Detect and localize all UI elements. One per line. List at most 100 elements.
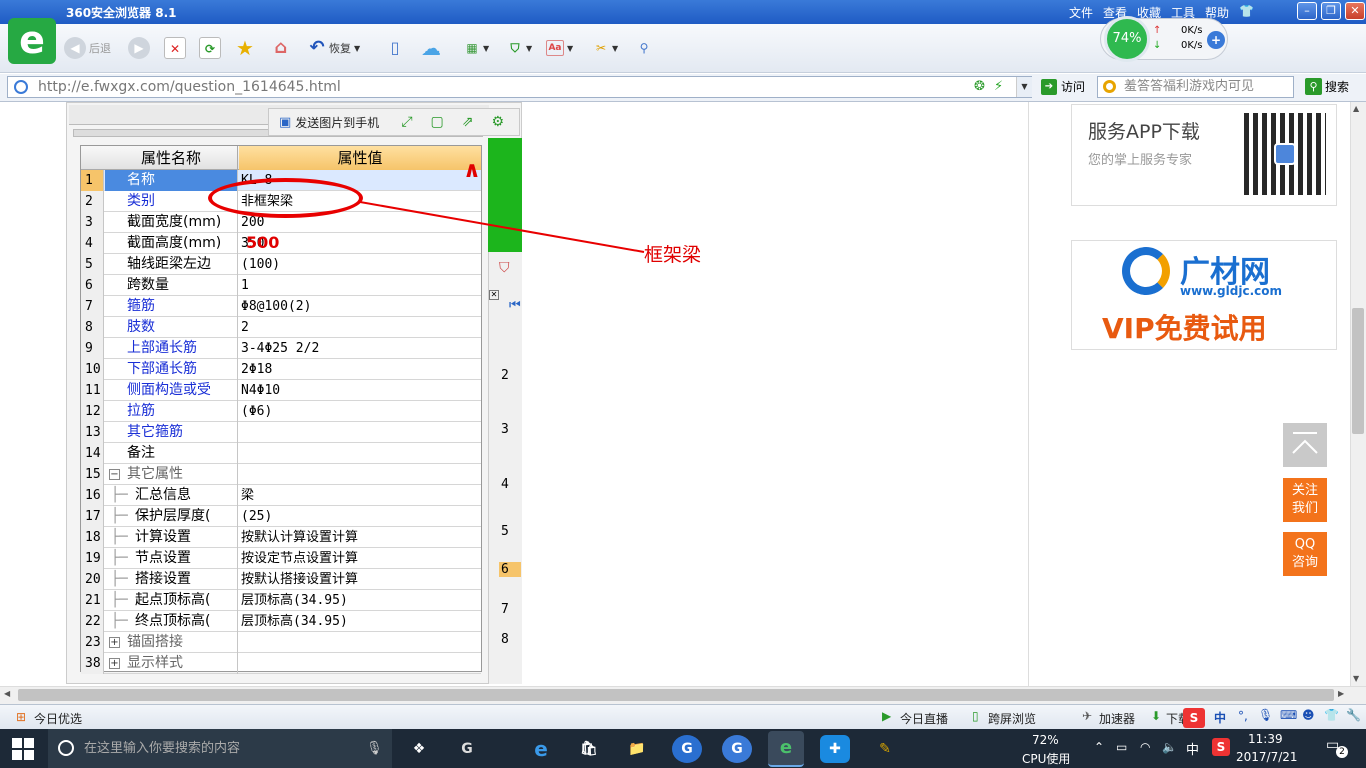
property-value[interactable]: 2 [239,317,481,338]
glodon-app-icon[interactable]: G [452,735,482,763]
table-row[interactable]: 14 备注 [81,443,481,464]
property-value[interactable]: (Φ6) [239,401,481,422]
property-value[interactable]: 2Φ18 [239,359,481,380]
zoom-button[interactable]: ⚲ [633,37,655,59]
today-picks[interactable]: 今日优选 [34,710,82,727]
refresh-button[interactable]: ⟳ [199,37,221,59]
search-input[interactable]: 羞答答福利游戏内可见 [1097,76,1294,98]
browser-logo-icon[interactable]: e [8,18,56,64]
wifi-icon[interactable]: ◠ [1140,740,1150,754]
back-to-top-button[interactable] [1283,423,1327,467]
store-icon[interactable]: 🛍 [574,735,604,763]
plus-icon[interactable]: + [1207,31,1225,49]
fullscreen-icon[interactable]: ⤢ [401,114,412,130]
stop-button[interactable]: ✕ [164,37,186,59]
maximize-button[interactable]: ❐ [1321,2,1341,20]
address-dropdown-icon[interactable]: ▼ [1016,77,1032,97]
property-value[interactable]: 梁 [239,485,481,506]
filter-icon[interactable]: ⛉ [499,260,510,276]
battery-icon[interactable]: ▭ [1116,740,1127,754]
app-download-ad[interactable]: 服务APP下载 您的掌上服务专家 [1071,104,1337,206]
taskbar-ime[interactable]: 中 [1186,739,1199,758]
property-value[interactable]: Φ8@100(2) [239,296,481,317]
horizontal-scroll-thumb[interactable] [18,689,1334,701]
close-small-icon[interactable]: ✕ [489,290,499,300]
table-row[interactable]: 8 肢数 2 [81,317,481,338]
phone-button[interactable]: ▯ [384,37,406,59]
back-button[interactable]: ◀ 后退 [64,37,111,59]
sogou-tray-icon[interactable]: S [1212,738,1230,756]
table-row[interactable]: 6 跨数量 1 [81,275,481,296]
table-row[interactable]: 17 ├─ 保护层厚度((25) [81,506,481,527]
table-row[interactable]: 16 ├─ 汇总信息 梁 [81,485,481,506]
clock-time[interactable]: 11:39 [1248,732,1283,746]
mic-icon[interactable]: 🎙 [1258,708,1273,722]
scroll-left-icon[interactable]: ◀ [4,689,10,698]
close-button[interactable]: ✕ [1345,2,1365,20]
property-value[interactable] [239,464,481,485]
table-row[interactable]: 19 ├─ 节点设置 按设定节点设置计算 [81,548,481,569]
search-button[interactable]: ⚲ 搜索 [1305,78,1349,95]
cross-screen[interactable]: 跨屏浏览 [988,710,1036,727]
table-row[interactable]: 18 ├─ 计算设置 按默认计算设置计算 [81,527,481,548]
table-row[interactable]: 15− 其它属性 [81,464,481,485]
send-to-phone-button[interactable]: 发送图片到手机 [295,114,379,131]
table-row[interactable]: 22 ├─ 终点顶标高(层顶标高(34.95) [81,611,481,632]
forward-button[interactable]: ▶ [128,37,150,59]
property-value[interactable] [239,443,481,464]
table-row[interactable]: 20 ├─ 搭接设置 按默认搭接设置计算 [81,569,481,590]
cloud-button[interactable]: ☁ [416,37,446,59]
property-value[interactable]: 按设定节点设置计算 [239,548,481,569]
skin-icon[interactable]: 👕 [1239,4,1254,21]
menu-file[interactable]: 文件 [1069,4,1093,21]
keyboard-icon[interactable]: ⌨ [1280,708,1297,722]
sogou-ime-icon[interactable]: S [1183,708,1205,728]
vertical-scroll-thumb[interactable] [1352,308,1364,434]
expand-icon[interactable]: + [109,657,120,669]
volume-icon[interactable]: 🔈 [1162,740,1177,754]
ime-mode[interactable]: 中 [1214,709,1226,726]
table-row[interactable]: 12 拉筋 (Φ6) [81,401,481,422]
shield-button[interactable]: ⛉ ▼ [504,37,532,59]
lightning-icon[interactable]: ⚡ [994,77,1003,97]
scroll-down-icon[interactable]: ▼ [1353,674,1359,683]
apps-button[interactable]: ▦ ▼ [461,37,489,59]
wrench-icon[interactable]: 🔧 [1346,708,1361,722]
scroll-right-icon[interactable]: ▶ [1338,689,1344,698]
property-value[interactable] [239,422,481,443]
share-icon[interactable]: ⇗ [462,114,474,130]
property-value[interactable]: (25) [239,506,481,527]
restore-button[interactable]: ↶ 恢复 ▼ [306,37,360,59]
home-button[interactable]: ⌂ [270,37,292,59]
address-bar[interactable]: http://e.fwxgx.com/question_1614645.html… [7,76,1032,98]
shirt-icon[interactable]: 👕 [1324,708,1339,722]
glodon-alt-icon[interactable]: G [722,735,752,763]
table-row[interactable]: 9 上部通长筋 3-4Φ25 2/2 [81,338,481,359]
table-row[interactable]: 7 箍筋 Φ8@100(2) [81,296,481,317]
favorite-button[interactable]: ★ [234,37,256,59]
property-value[interactable]: N4Φ10 [239,380,481,401]
property-value[interactable]: 层顶标高(34.95) [239,611,481,632]
table-row[interactable]: 10 下部通长筋 2Φ18 [81,359,481,380]
settings-gear-icon[interactable]: ⚙ [491,114,504,130]
file-explorer-icon[interactable]: 📁 [622,735,652,763]
gldjc-ad[interactable]: 广材网 www.gldjc.com VIP免费试用 [1071,240,1337,350]
follow-us-button[interactable]: 关注我们 [1283,478,1327,522]
accelerator[interactable]: 加速器 [1099,710,1135,727]
notes-app-icon[interactable]: ✎ [870,735,900,763]
table-row[interactable]: 38 + 显示样式 [81,653,481,674]
table-row[interactable]: 23 + 锚固搭接 [81,632,481,653]
property-value[interactable]: 1 [239,275,481,296]
qq-consult-button[interactable]: QQ咨询 [1283,532,1327,576]
first-page-icon[interactable]: ⏮ [509,298,521,313]
tray-chevron-icon[interactable]: ⌃ [1094,740,1104,754]
taskbar-search[interactable]: 在这里输入你要搜索的内容 🎙 [48,729,392,768]
clock-date[interactable]: 2017/7/21 [1236,750,1298,764]
collapse-icon[interactable]: − [109,468,120,480]
secure-icon[interactable]: ❂ [974,77,985,97]
property-value[interactable]: 按默认搭接设置计算 [239,569,481,590]
person-icon[interactable]: ☻ [1302,708,1315,722]
windows-start-icon[interactable] [12,738,34,760]
property-value[interactable]: 3-4Φ25 2/2 [239,338,481,359]
screenshot-button[interactable]: ✂ ▼ [590,37,618,59]
